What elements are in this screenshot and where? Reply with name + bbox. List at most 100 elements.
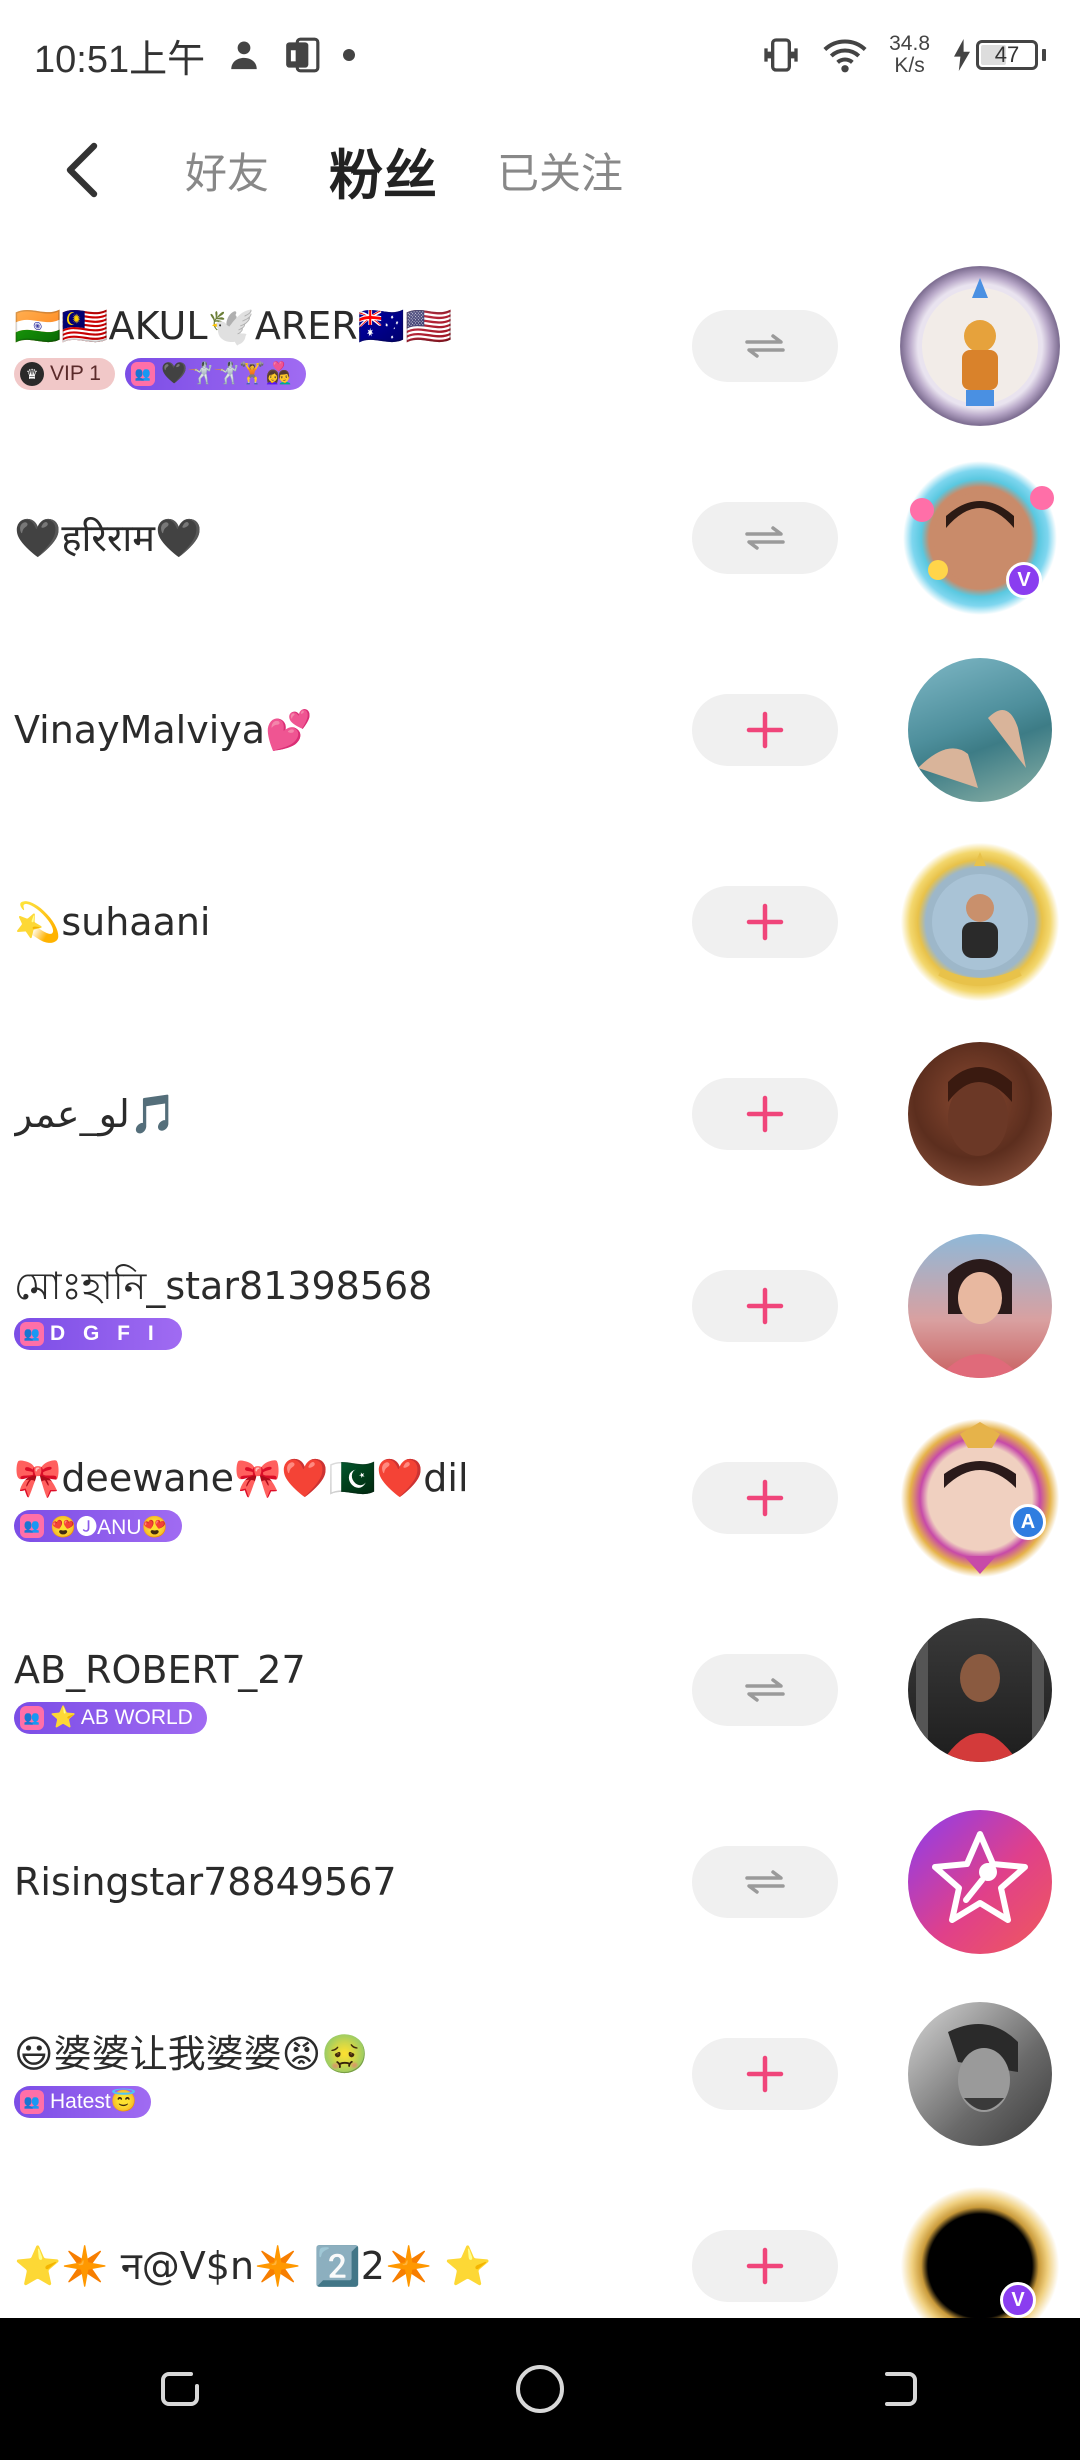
avatar-image — [910, 486, 1054, 586]
list-item[interactable]: 😃婆婆让我婆婆😡🤢 👥 Hatest😇 — [0, 1978, 1080, 2170]
avatar-image — [936, 1422, 1024, 1574]
family-label: 😍🅙ANU😍 — [50, 1516, 168, 1539]
badges: ♛ VIP 1 👥 🖤🤺🤺🏋️👩‍❤️‍👨 — [14, 358, 674, 390]
follow-button[interactable] — [692, 1270, 838, 1342]
username: 💫suhaani — [14, 900, 211, 944]
list-item[interactable]: 🇮🇳🇲🇾AKUL🕊️ARER🇦🇺🇺🇸 ♛ VIP 1 👥 🖤🤺🤺🏋️👩‍❤️‍👨 — [0, 250, 1080, 442]
network-speed-unit: K/s — [894, 54, 925, 77]
mutual-follow-button[interactable] — [692, 1654, 838, 1726]
avatar-image — [948, 2024, 1018, 2112]
battery-indicator: 47 — [952, 39, 1046, 71]
avatar-image — [922, 278, 1038, 406]
battery-icon: 47 — [976, 40, 1038, 70]
vip-label: VIP 1 — [50, 362, 101, 385]
mutual-follow-button[interactable] — [692, 502, 838, 574]
user-info: 🎀deewane🎀❤️🇵🇰❤️dil 👥 😍🅙ANU😍 — [14, 1402, 674, 1594]
mutual-arrows-icon — [745, 526, 785, 550]
mutual-follow-button[interactable] — [692, 310, 838, 382]
user-info: 😃婆婆让我婆婆😡🤢 👥 Hatest😇 — [14, 1978, 674, 2170]
avatar-image — [916, 1638, 1044, 1762]
follow-button[interactable] — [692, 886, 838, 958]
user-info: 💫suhaani — [14, 826, 674, 1018]
mutual-arrows-icon — [745, 334, 785, 358]
username: 🇮🇳🇲🇾AKUL🕊️ARER🇦🇺🇺🇸 — [14, 304, 453, 348]
plus-icon — [746, 1287, 784, 1325]
tab-following[interactable]: 已关注 — [497, 140, 623, 201]
user-info: AB_ROBERT_27 👥 ⭐ AB WORLD — [14, 1594, 674, 1786]
list-item[interactable]: Risingstar78849567 — [0, 1786, 1080, 1978]
family-label: 🖤🤺🤺🏋️👩‍❤️‍👨 — [160, 362, 292, 385]
username: 🖤हरिराम🖤 — [14, 516, 203, 560]
back-button[interactable] — [52, 140, 112, 200]
avatar[interactable] — [908, 1810, 1052, 1954]
avatar[interactable] — [908, 658, 1052, 802]
username: মোঃহানি_star81398568 — [14, 1264, 433, 1308]
family-badge: 👥 🖤🤺🤺🏋️👩‍❤️‍👨 — [124, 358, 306, 390]
mutual-arrows-icon — [745, 1870, 785, 1894]
avatar[interactable] — [900, 842, 1060, 1002]
follow-button[interactable] — [692, 1462, 838, 1534]
verified-badge-icon: V — [1006, 562, 1042, 598]
chevron-left-icon — [66, 142, 98, 198]
avatar[interactable] — [908, 1618, 1052, 1762]
plus-icon — [746, 903, 784, 941]
avatar[interactable] — [908, 1042, 1052, 1186]
status-right: 34.8 K/s 47 — [761, 33, 1046, 77]
avatar[interactable] — [900, 266, 1060, 426]
plus-icon — [746, 1479, 784, 1517]
user-info: Risingstar78849567 — [14, 1786, 674, 1978]
home-button[interactable] — [500, 2349, 580, 2429]
list-item[interactable]: AB_ROBERT_27 👥 ⭐ AB WORLD — [0, 1594, 1080, 1786]
family-label: ⭐ AB WORLD — [50, 1706, 193, 1729]
family-icon: 👥 — [20, 1706, 44, 1730]
level-badge-icon: A — [1010, 1504, 1046, 1540]
username: ⭐✴️ न@V$n✴️ 2️⃣2✴️ ⭐ — [14, 2244, 492, 2288]
follow-button[interactable] — [692, 1078, 838, 1150]
list-item[interactable]: 🎀deewane🎀❤️🇵🇰❤️dil 👥 😍🅙ANU😍 A — [0, 1402, 1080, 1594]
header: 好友 粉丝 已关注 — [0, 110, 1080, 230]
avatar[interactable] — [908, 1234, 1052, 1378]
list-item[interactable]: 🖤हरिराम🖤 V — [0, 442, 1080, 634]
avatar[interactable]: V — [900, 458, 1060, 618]
list-item[interactable]: VinayMalviya💕 — [0, 634, 1080, 826]
crown-icon: ♛ — [20, 362, 44, 386]
badges: 👥 ⭐ AB WORLD — [14, 1702, 674, 1734]
family-icon: 👥 — [20, 2090, 44, 2114]
avatar-image — [918, 710, 1026, 788]
plus-icon — [746, 711, 784, 749]
tab-friends[interactable]: 好友 — [185, 140, 269, 201]
family-badge: 👥 ⭐ AB WORLD — [14, 1702, 207, 1734]
avatar[interactable] — [908, 2002, 1052, 2146]
mutual-follow-button[interactable] — [692, 1846, 838, 1918]
plus-icon — [746, 2247, 784, 2285]
follow-button[interactable] — [692, 694, 838, 766]
family-icon: 👥 — [20, 1322, 44, 1346]
fans-screen: 10:51上午 34.8 K/s 47 好友 粉丝 已关注 🇮🇳🇲🇾AKUL🕊️… — [0, 0, 1080, 2460]
fans-list: 🇮🇳🇲🇾AKUL🕊️ARER🇦🇺🇺🇸 ♛ VIP 1 👥 🖤🤺🤺🏋️👩‍❤️‍👨 — [0, 250, 1080, 2362]
avatar[interactable]: A — [900, 1418, 1060, 1578]
back-nav-button[interactable] — [860, 2349, 940, 2429]
list-item[interactable]: মোঃহানি_star81398568 👥 D G F I — [0, 1210, 1080, 1402]
family-label: Hatest😇 — [50, 2090, 137, 2113]
badges: 👥 Hatest😇 — [14, 2086, 674, 2118]
follow-button[interactable] — [692, 2230, 838, 2302]
avatar-image — [938, 1259, 1022, 1378]
app-notification-icon — [283, 36, 321, 74]
system-nav-bar — [0, 2318, 1080, 2460]
family-badge: 👥 Hatest😇 — [14, 2086, 151, 2118]
family-icon: 👥 — [130, 362, 155, 386]
list-item[interactable]: لو_عمر🎵 — [0, 1018, 1080, 1210]
plus-icon — [746, 2055, 784, 2093]
user-info: 🇮🇳🇲🇾AKUL🕊️ARER🇦🇺🇺🇸 ♛ VIP 1 👥 🖤🤺🤺🏋️👩‍❤️‍👨 — [14, 250, 674, 442]
avatar-image — [932, 852, 1028, 986]
list-item[interactable]: 💫suhaani — [0, 826, 1080, 1018]
plus-icon — [746, 1095, 784, 1133]
user-info: 🖤हरिराम🖤 — [14, 442, 674, 634]
recents-button[interactable] — [140, 2349, 220, 2429]
tab-fans[interactable]: 粉丝 — [329, 131, 437, 210]
wifi-icon — [823, 35, 867, 75]
family-badge: 👥 😍🅙ANU😍 — [14, 1510, 182, 1542]
username: 🎀deewane🎀❤️🇵🇰❤️dil — [14, 1456, 469, 1500]
follow-button[interactable] — [692, 2038, 838, 2110]
recents-icon — [161, 2372, 199, 2406]
